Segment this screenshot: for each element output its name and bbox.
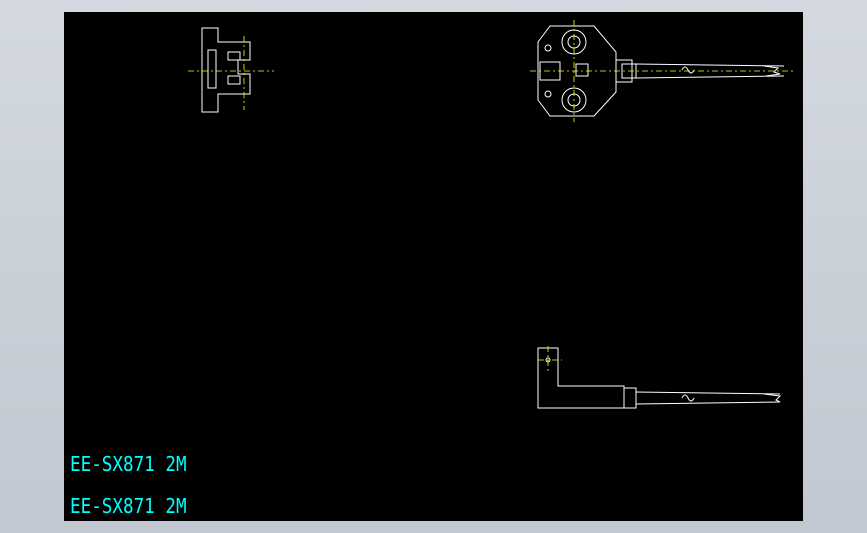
technical-drawing [188, 20, 794, 409]
top-view-centerlines [530, 20, 794, 122]
part-number-label: EE-SX871 2M [70, 452, 187, 476]
part-number-label: EE-SX871 2M [70, 494, 187, 518]
cad-viewport[interactable]: EE-SX871 2M EE-SX871 2M [64, 12, 803, 521]
sensor-front-view [201, 27, 251, 113]
sensor-side-view [537, 347, 782, 409]
front-view-centerlines [188, 36, 274, 110]
